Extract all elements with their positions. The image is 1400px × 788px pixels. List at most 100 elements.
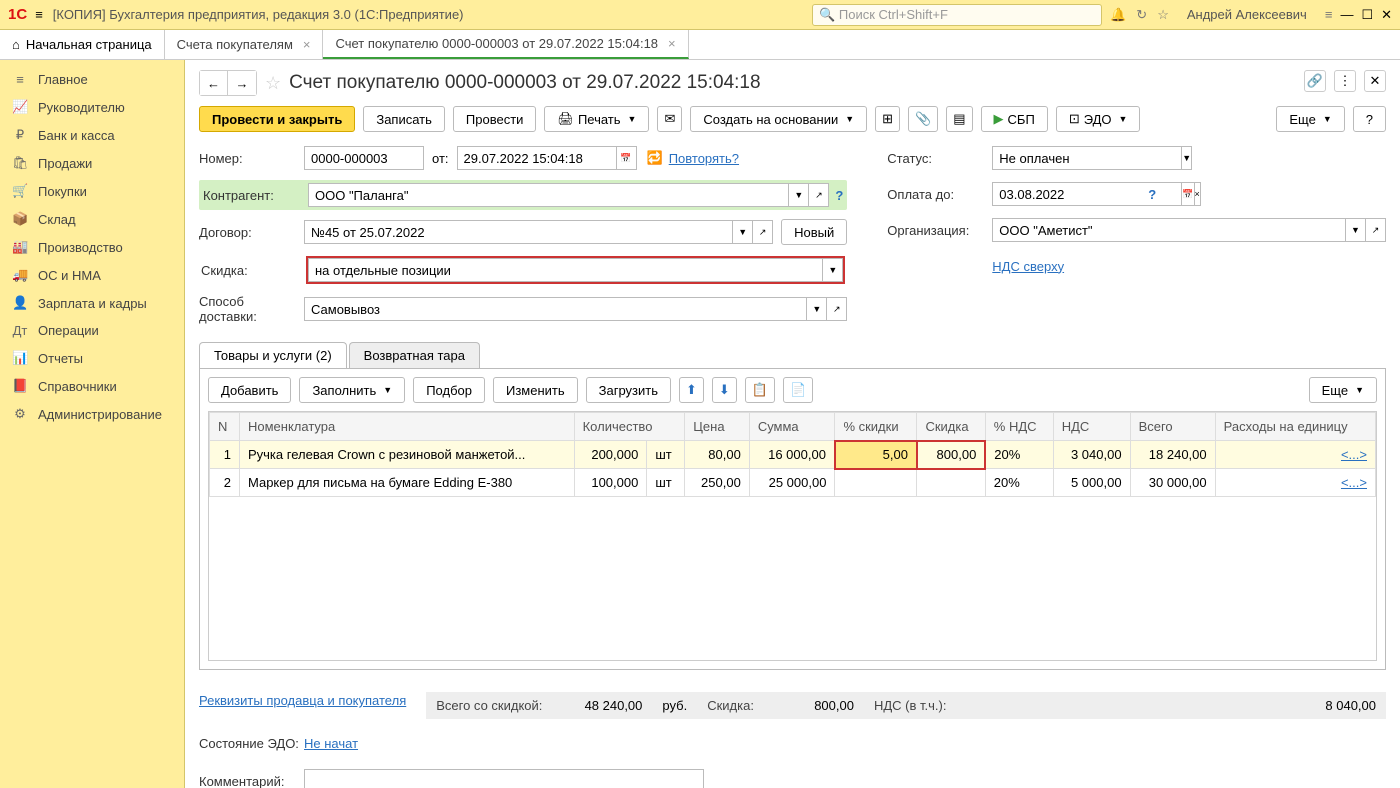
sidebar-item-catalogs[interactable]: 📕Справочники (0, 372, 184, 400)
sidebar-item-assets[interactable]: 🚚ОС и НМА (0, 261, 184, 289)
tab-invoices[interactable]: Счета покупателям × (165, 30, 324, 59)
cell-disc[interactable]: 800,00 (917, 441, 985, 469)
menu-icon[interactable]: ≡ (1325, 7, 1333, 22)
dropdown-icon[interactable]: ▼ (1182, 146, 1192, 170)
cell-total[interactable]: 30 000,00 (1130, 469, 1215, 497)
dropdown-icon[interactable]: ▼ (789, 183, 809, 207)
global-search[interactable]: 🔍 Поиск Ctrl+Shift+F (812, 4, 1102, 26)
post-button[interactable]: Провести (453, 106, 537, 132)
favorite-star-icon[interactable]: ☆ (265, 73, 281, 94)
seller-details-link[interactable]: Реквизиты продавца и покупателя (199, 693, 406, 708)
help-button[interactable]: ? (1353, 106, 1386, 132)
paste-button[interactable]: 📄 (783, 377, 813, 403)
copy-button[interactable]: 📋 (745, 377, 775, 403)
vat-link[interactable]: НДС сверху (992, 259, 1064, 274)
home-tab[interactable]: ⌂ Начальная страница (0, 30, 165, 59)
history-icon[interactable]: ↻ (1136, 7, 1147, 23)
add-row-button[interactable]: Добавить (208, 377, 291, 403)
col-disc-pct[interactable]: % скидки (835, 413, 917, 441)
calendar-icon[interactable]: 📅 (617, 146, 637, 170)
move-up-button[interactable]: ⬆ (679, 377, 704, 403)
email-button[interactable]: ✉ (657, 106, 682, 132)
help-icon[interactable]: ? (1148, 187, 1156, 202)
open-icon[interactable]: ↗ (827, 297, 847, 321)
open-icon[interactable]: ↗ (809, 183, 829, 207)
date-input[interactable] (457, 146, 617, 170)
dropdown-icon[interactable]: ▼ (823, 258, 843, 282)
pick-button[interactable]: Подбор (413, 377, 485, 403)
tab-invoice-detail[interactable]: Счет покупателю 0000-000003 от 29.07.202… (323, 30, 688, 59)
table-row[interactable]: 2 Маркер для письма на бумаге Edding E-3… (210, 469, 1376, 497)
sidebar-item-admin[interactable]: ⚙Администрирование (0, 400, 184, 428)
new-contract-button[interactable]: Новый (781, 219, 847, 245)
cell-disc[interactable] (917, 469, 985, 497)
cell-price[interactable]: 80,00 (685, 441, 750, 469)
cell-unit[interactable]: шт (647, 441, 685, 469)
repeat-icon[interactable]: 🔁 (647, 150, 663, 166)
maximize-icon[interactable]: ☐ (1361, 7, 1373, 23)
edo-button[interactable]: ⊡ ЭДО▼ (1056, 106, 1141, 132)
sidebar-item-manager[interactable]: 📈Руководителю (0, 93, 184, 121)
cell-price[interactable]: 250,00 (685, 469, 750, 497)
post-and-close-button[interactable]: Провести и закрыть (199, 106, 355, 132)
col-sum[interactable]: Сумма (749, 413, 835, 441)
cell-unit[interactable]: шт (647, 469, 685, 497)
table-row[interactable]: 1 Ручка гелевая Crown с резиновой манжет… (210, 441, 1376, 469)
cell-sum[interactable]: 16 000,00 (749, 441, 835, 469)
cell-sum[interactable]: 25 000,00 (749, 469, 835, 497)
col-total[interactable]: Всего (1130, 413, 1215, 441)
col-qty[interactable]: Количество (574, 413, 685, 441)
sidebar-item-purchases[interactable]: 🛒Покупки (0, 177, 184, 205)
org-input[interactable] (992, 218, 1346, 242)
col-vat-pct[interactable]: % НДС (985, 413, 1053, 441)
delivery-input[interactable] (304, 297, 807, 321)
cell-vat[interactable]: 5 000,00 (1053, 469, 1130, 497)
load-button[interactable]: Загрузить (586, 377, 671, 403)
sidebar-item-production[interactable]: 🏭Производство (0, 233, 184, 261)
counterparty-input[interactable] (308, 183, 789, 207)
link-icon[interactable]: 🔗 (1304, 70, 1326, 92)
open-icon[interactable]: ↗ (1366, 218, 1386, 242)
create-based-button[interactable]: Создать на основании▼ (690, 106, 867, 132)
nav-back-button[interactable]: ← (200, 71, 228, 95)
more-button[interactable]: Еще▼ (1276, 106, 1344, 132)
nav-forward-button[interactable]: → (228, 71, 256, 95)
comment-input[interactable] (304, 769, 704, 788)
col-name[interactable]: Номенклатура (239, 413, 574, 441)
calendar-icon[interactable]: 📅 (1182, 182, 1194, 206)
kebab-icon[interactable]: ⋮ (1334, 70, 1356, 92)
cell-name[interactable]: Маркер для письма на бумаге Edding E-380 (239, 469, 574, 497)
close-icon[interactable]: × (668, 36, 676, 51)
cell-expense-link[interactable]: <...> (1341, 475, 1367, 490)
list-button[interactable]: ▤ (946, 106, 972, 132)
move-down-button[interactable]: ⬇ (712, 377, 737, 403)
dropdown-icon[interactable]: ▼ (1346, 218, 1366, 242)
discount-select[interactable] (308, 258, 823, 282)
contract-input[interactable] (304, 220, 733, 244)
sidebar-item-main[interactable]: ≡Главное (0, 66, 184, 93)
dropdown-icon[interactable]: ▼ (807, 297, 827, 321)
sidebar-item-reports[interactable]: 📊Отчеты (0, 344, 184, 372)
bell-icon[interactable]: 🔔 (1110, 7, 1126, 23)
edo-state-link[interactable]: Не начат (304, 736, 358, 751)
cell-vat[interactable]: 3 040,00 (1053, 441, 1130, 469)
cell-disc-pct[interactable] (835, 469, 917, 497)
cell-total[interactable]: 18 240,00 (1130, 441, 1215, 469)
clear-icon[interactable]: × (1195, 182, 1201, 206)
doc-tab-tare[interactable]: Возвратная тара (349, 342, 480, 368)
repeat-link[interactable]: Повторять? (669, 151, 739, 166)
user-name[interactable]: Андрей Алексеевич (1187, 7, 1307, 22)
close-content-icon[interactable]: ✕ (1364, 70, 1386, 92)
help-icon[interactable]: ? (835, 188, 843, 203)
fill-button[interactable]: Заполнить▼ (299, 377, 405, 403)
sidebar-item-bank[interactable]: ₽Банк и касса (0, 121, 184, 149)
star-icon[interactable]: ☆ (1157, 7, 1169, 23)
sidebar-item-sales[interactable]: 🛍Продажи (0, 149, 184, 177)
cell-n[interactable]: 1 (210, 441, 240, 469)
open-icon[interactable]: ↗ (753, 220, 773, 244)
cell-vat-pct[interactable]: 20% (985, 441, 1053, 469)
sidebar-item-salary[interactable]: 👤Зарплата и кадры (0, 289, 184, 317)
col-disc[interactable]: Скидка (917, 413, 985, 441)
structure-button[interactable]: ⊞ (875, 106, 900, 132)
status-select[interactable] (992, 146, 1182, 170)
